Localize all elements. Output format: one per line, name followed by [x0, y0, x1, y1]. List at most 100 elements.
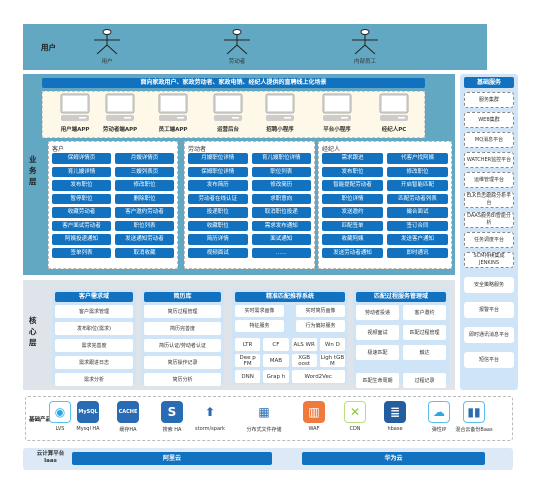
algorithm-item: XGB oost [291, 354, 317, 367]
computer-icon [322, 93, 352, 121]
person-icon [94, 29, 120, 55]
customer-function-button[interactable]: 删除职位 [115, 193, 174, 204]
customer-function-button[interactable]: 签单列表 [52, 247, 111, 258]
service-item: 服务集群 [464, 92, 514, 108]
process-domain: 匹配过程服务管理域 劳动者投递 客户邀约 视频面试 匹配过程管理 极速匹配 触达 匹配生命周期… [353, 289, 449, 388]
device-label: 招聘小程序 [266, 127, 294, 133]
worker-function-button[interactable]: 投递职位 [188, 207, 248, 218]
worker-function-button[interactable]: 需求发布通知 [251, 220, 311, 231]
demand-item: 需求跟进日志 [55, 356, 133, 369]
resume-item: 简历操作记录 [144, 356, 221, 369]
service-item: WATCHER监控平台 [464, 152, 514, 168]
customer-function-button[interactable]: 月嫂详情页 [115, 153, 174, 164]
algorithm-item: Word2Vec [291, 370, 345, 383]
device-label: 经纪人PC [381, 127, 407, 133]
process-item: 匹配生命周期 [356, 373, 399, 388]
customer-function-button[interactable]: 客户邀约劳动者 [115, 207, 174, 218]
actor-label: 劳动者 [228, 59, 246, 65]
broker-function-button[interactable]: 发送客户通知 [387, 234, 448, 245]
product-label: WAF [308, 426, 320, 432]
broker-function-button[interactable]: 职位详情 [322, 193, 383, 204]
search-icon: S [161, 401, 183, 423]
worker-function-button[interactable]: 简历详情 [188, 234, 248, 245]
customer-function-button[interactable]: 育儿嫂详情 [52, 166, 111, 177]
worker-function-button[interactable]: 发布简历 [188, 180, 248, 191]
customer-function-button[interactable]: 发布职位 [52, 180, 111, 191]
customer-function-button[interactable]: 职位列表 [115, 220, 174, 231]
broker-function-button[interactable]: 需求跟进 [322, 153, 383, 164]
algorithm-item: DNN [235, 370, 261, 383]
broker-function-button[interactable]: 修改职位 [387, 166, 448, 177]
computer-icon [265, 93, 295, 121]
actor-0: 用户 [82, 29, 132, 65]
panel-title: 客户 [52, 146, 65, 153]
broker-function-button[interactable]: 智能提配劳动者 [322, 180, 383, 191]
service-item: 报警平台 [464, 302, 514, 318]
process-title: 匹配过程服务管理域 [356, 292, 446, 302]
cloud-icon: ☁ [428, 401, 450, 423]
process-item: 客户邀约 [403, 305, 446, 320]
product-2: CACHE 缓存HA [106, 401, 150, 433]
customer-function-button[interactable]: 收藏劳动者 [52, 207, 111, 218]
worker-function-button[interactable]: 面试通知 [251, 234, 311, 245]
product-label: 缓存HA [119, 427, 137, 433]
service-item: ELK日志跟踪分析平台 [464, 192, 514, 208]
customer-function-button[interactable]: 取消收藏 [115, 247, 174, 258]
process-item: 劳动者投递 [356, 305, 399, 320]
service-item: WEB集群 [464, 112, 514, 128]
broker-function-button[interactable]: 即时通讯 [387, 247, 448, 258]
resume-item: 简历认证/劳动者认证 [144, 339, 221, 352]
broker-function-button[interactable]: 匹配劳动者列表 [387, 193, 448, 204]
broker-function-button[interactable]: 发送劳动者通知 [322, 247, 383, 258]
cloud-platform: 云计算平台 Iaas 阿里云 华为云 [23, 448, 513, 470]
match-item: 行为偏好服务 [296, 320, 345, 332]
worker-function-button[interactable]: 修改简历 [251, 180, 311, 191]
worker-function-button[interactable]: 育儿嫂职位详情 [251, 153, 311, 164]
match-item: 特征服务 [235, 320, 284, 332]
customer-function-button[interactable]: 三嫂列表页 [115, 166, 174, 177]
provider-huawei: 华为云 [302, 452, 485, 465]
worker-function-button[interactable]: 取消职位投递 [251, 207, 311, 218]
firewall-icon: ▥ [303, 401, 325, 423]
worker-function-button[interactable]: 保姆职位详情 [188, 166, 248, 177]
computer-icon [105, 93, 135, 121]
product-8: ≣ hbase [373, 401, 417, 432]
demand-title: 客户需求域 [55, 292, 133, 302]
algorithm-item: Grap h [263, 370, 289, 383]
worker-function-button[interactable]: 求职意向 [251, 193, 311, 204]
product-4: ⬆ storm/spark [188, 401, 232, 432]
customer-function-button[interactable]: 修改职位 [115, 180, 174, 191]
broker-function-button[interactable]: 撮合面试 [387, 207, 448, 218]
worker-function-button[interactable]: 视频面试 [188, 247, 248, 258]
worker-function-button[interactable]: …… [251, 247, 311, 258]
broker-function-button[interactable]: 开启智能匹配 [387, 180, 448, 191]
worker-function-button[interactable]: 月嫂职位详情 [188, 153, 248, 164]
device-5: 平台小程序 [312, 93, 362, 133]
service-item: 即时通讯消息平台 [464, 327, 514, 343]
person-icon [352, 29, 378, 55]
broker-panel: 经纪人 需求跟进 代客户找阿姨 发布职位 修改职位 智能提配劳动者 开启智能匹配 职位详情 匹配… [318, 141, 452, 269]
broker-function-button[interactable]: 发送邀约 [322, 207, 383, 218]
worker-function-button[interactable]: 收藏职位 [188, 220, 248, 231]
broker-function-button[interactable]: 发布职位 [322, 166, 383, 177]
customer-function-button[interactable]: 客户面试劳动者 [52, 220, 111, 231]
device-3: 运营后台 [203, 93, 253, 133]
match-item: 实时简历画像 [296, 305, 345, 317]
actor-label: 用户 [101, 59, 113, 65]
customer-function-button[interactable]: 暂停职位 [52, 193, 111, 204]
resume-domain: 简历库 简历过程管理 简历完善度 简历认证/劳动者认证 简历操作记录 简历分析 [141, 289, 224, 386]
customer-function-button[interactable]: 发送通知劳动者 [115, 234, 174, 245]
broker-function-button[interactable]: 收藏阿姨 [322, 234, 383, 245]
customer-function-button[interactable]: 保姆详情页 [52, 153, 111, 164]
worker-function-button[interactable]: 职位列表 [251, 166, 311, 177]
algorithm-item: MAB [263, 354, 289, 367]
backup-icon: ▮▮ [463, 401, 485, 423]
computer-icon [213, 93, 243, 121]
broker-function-button[interactable]: 匹配签单 [322, 220, 383, 231]
service-item: SCM持续集成JENKINS [464, 252, 514, 268]
broker-function-button[interactable]: 代客户找阿姨 [387, 153, 448, 164]
worker-function-button[interactable]: 劳动者在线认证 [188, 193, 248, 204]
broker-function-button[interactable]: 签订合同 [387, 220, 448, 231]
service-item: MQ消息平台 [464, 132, 514, 148]
customer-function-button[interactable]: 阿姨投递通知 [52, 234, 111, 245]
